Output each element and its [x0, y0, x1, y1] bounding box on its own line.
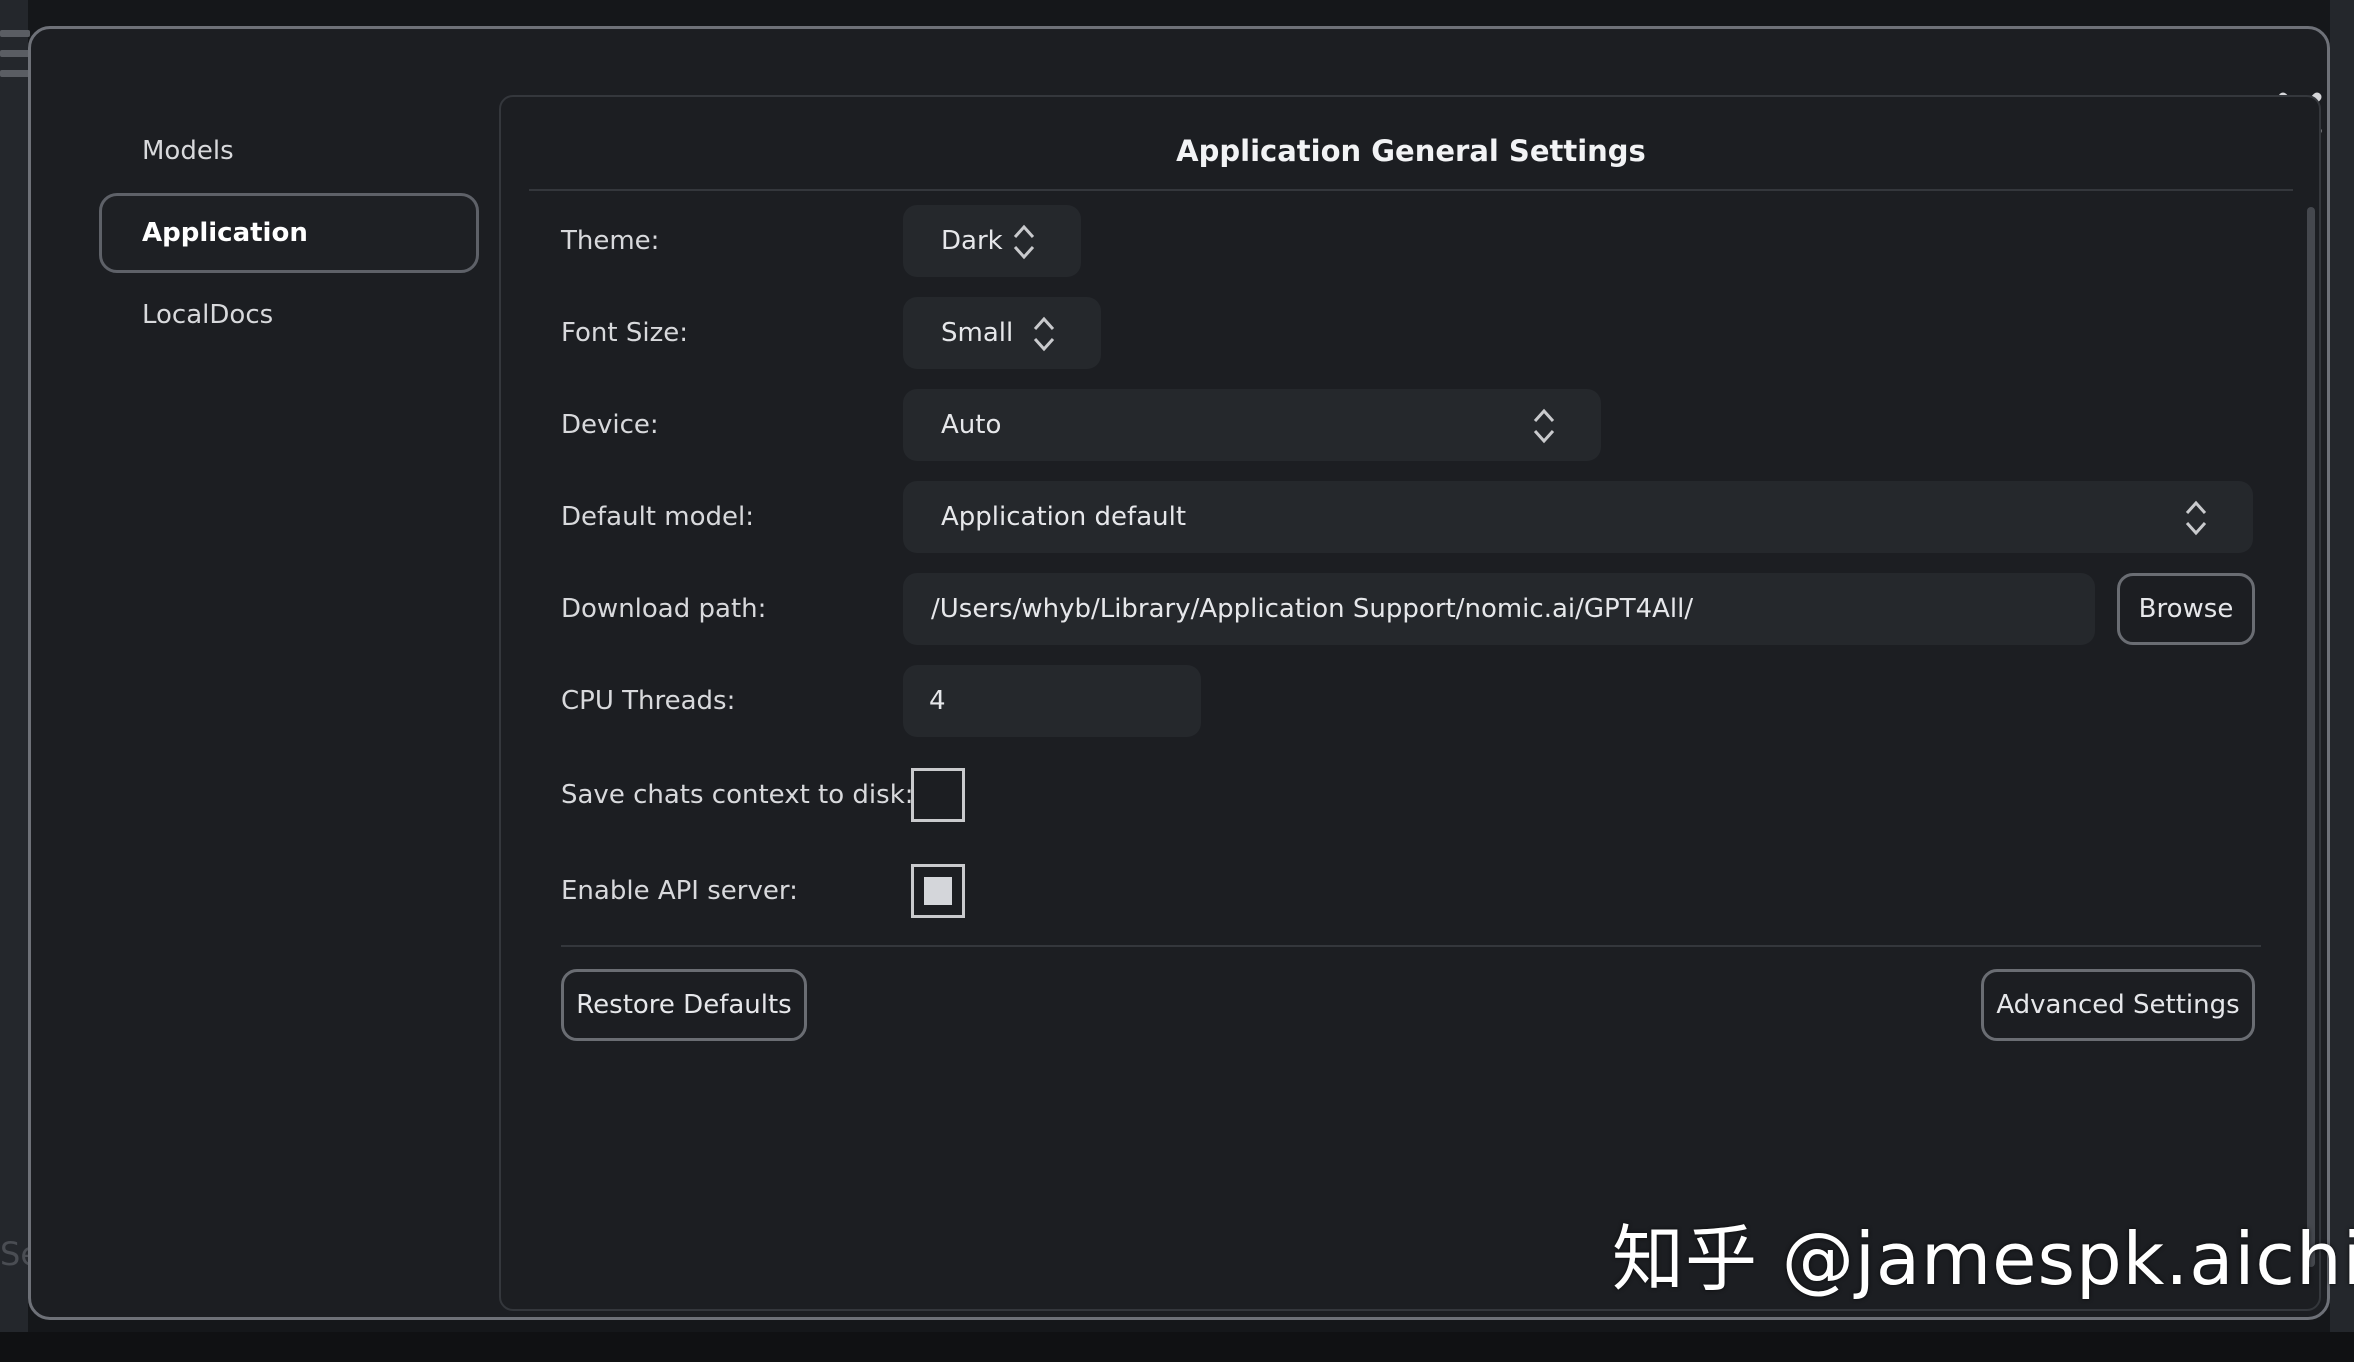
advanced-settings-button[interactable]: Advanced Settings — [1981, 969, 2255, 1041]
save-chats-label: Save chats context to disk: — [561, 780, 914, 810]
default-model-label: Default model: — [561, 502, 754, 532]
download-path-row: Download path: Browse — [561, 573, 2261, 645]
sidebar-item-label: Models — [142, 136, 234, 166]
default-model-value: Application default — [941, 502, 1187, 532]
default-model-row: Default model: Application default — [561, 481, 2261, 553]
api-server-label: Enable API server: — [561, 876, 798, 906]
settings-panel: Application General Settings Theme: Dark… — [499, 95, 2321, 1311]
save-chats-row: Save chats context to disk: — [561, 759, 2261, 831]
panel-scrollbar[interactable] — [2307, 207, 2315, 1267]
sidebar-item-models[interactable]: Models — [99, 111, 479, 191]
background-app-left — [0, 0, 28, 1362]
chevron-up-down-icon — [2185, 500, 2207, 536]
save-chats-checkbox[interactable] — [911, 768, 965, 822]
theme-label: Theme: — [561, 226, 660, 256]
settings-sidebar: Models Application LocalDocs — [99, 111, 479, 357]
theme-value: Dark — [941, 226, 1003, 256]
cpu-threads-label: CPU Threads: — [561, 686, 736, 716]
cpu-threads-input[interactable] — [903, 665, 1201, 737]
menu-icon — [0, 30, 30, 86]
font-size-value: Small — [941, 318, 1014, 348]
theme-row: Theme: Dark — [561, 205, 2261, 277]
chevron-up-down-icon — [1013, 224, 1035, 260]
font-size-label: Font Size: — [561, 318, 689, 348]
sidebar-item-label: LocalDocs — [142, 300, 274, 330]
watermark-text: 知乎 @jamespk.aichi — [1612, 1217, 2354, 1301]
font-size-row: Font Size: Small — [561, 297, 2261, 369]
section-divider — [561, 945, 2261, 947]
sidebar-item-application[interactable]: Application — [99, 193, 479, 273]
background-app-right — [2330, 0, 2354, 1362]
theme-select[interactable]: Dark — [903, 205, 1081, 277]
device-row: Device: Auto — [561, 389, 2261, 461]
download-path-input[interactable] — [903, 573, 2095, 645]
checkbox-checked-mark — [924, 877, 952, 905]
api-server-row: Enable API server: — [561, 855, 2261, 927]
download-path-label: Download path: — [561, 594, 767, 624]
font-size-select[interactable]: Small — [903, 297, 1101, 369]
settings-dialog: Models Application LocalDocs Application… — [28, 26, 2330, 1320]
chevron-up-down-icon — [1033, 316, 1055, 352]
browse-button[interactable]: Browse — [2117, 573, 2255, 645]
sidebar-item-localdocs[interactable]: LocalDocs — [99, 275, 479, 355]
sidebar-item-label: Application — [142, 218, 308, 248]
restore-defaults-button[interactable]: Restore Defaults — [561, 969, 807, 1041]
background-app-bottom — [0, 1332, 2354, 1362]
default-model-select[interactable]: Application default — [903, 481, 2253, 553]
api-server-checkbox[interactable] — [911, 864, 965, 918]
chevron-up-down-icon — [1533, 408, 1555, 444]
cpu-threads-row: CPU Threads: — [561, 665, 2261, 737]
page-title: Application General Settings — [529, 115, 2293, 191]
device-select[interactable]: Auto — [903, 389, 1601, 461]
device-label: Device: — [561, 410, 659, 440]
device-value: Auto — [941, 410, 1002, 440]
